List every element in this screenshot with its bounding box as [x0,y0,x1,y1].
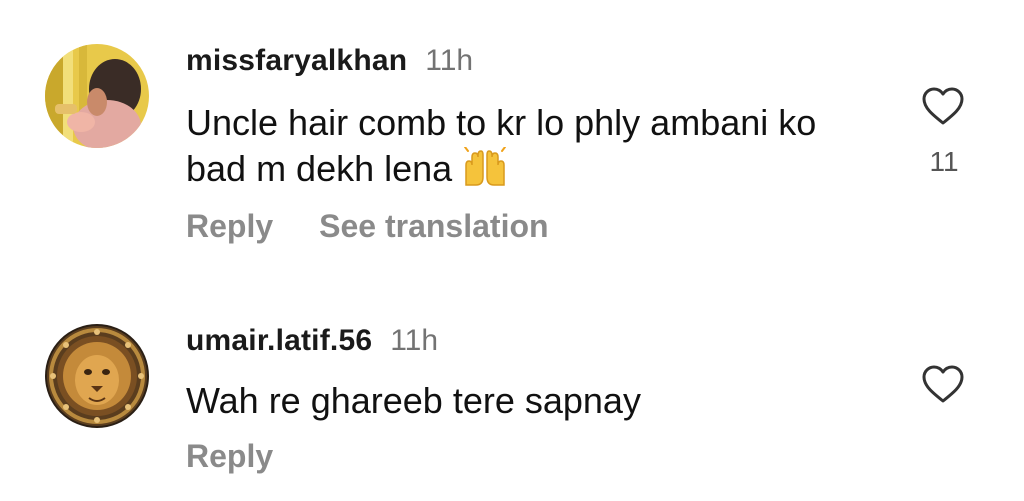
username-link[interactable]: umair.latif.56 [186,324,372,358]
username-link[interactable]: missfaryalkhan [186,44,407,78]
comment-actions: Reply See translation [186,208,549,245]
avatar[interactable] [45,44,149,148]
avatar[interactable] [45,324,149,428]
comment-item: umair.latif.56 11h Wah re ghareeb tere s… [0,260,1024,501]
comment-header: missfaryalkhan 11h [186,44,473,78]
raising-hands-icon [462,146,508,198]
avatar-image [45,44,149,148]
reply-button[interactable]: Reply [186,438,273,475]
comment-item: missfaryalkhan 11h Uncle hair comb to kr… [0,0,1024,260]
see-translation-button[interactable]: See translation [319,208,548,245]
timestamp: 11h [390,324,439,357]
like-button[interactable] [921,364,965,404]
comment-text: Uncle hair comb to kr lo phly ambani ko … [186,100,876,198]
reply-button[interactable]: Reply [186,208,273,245]
comment-text: Wah re ghareeb tere sapnay [186,380,641,421]
heart-outline-icon [922,365,964,403]
like-count: 11 [929,146,959,177]
like-button[interactable] [921,86,965,126]
comment-actions: Reply [186,438,273,475]
heart-outline-icon [922,87,964,125]
timestamp: 11h [425,44,474,77]
avatar-image [45,324,149,428]
comment-header: umair.latif.56 11h [186,324,438,358]
